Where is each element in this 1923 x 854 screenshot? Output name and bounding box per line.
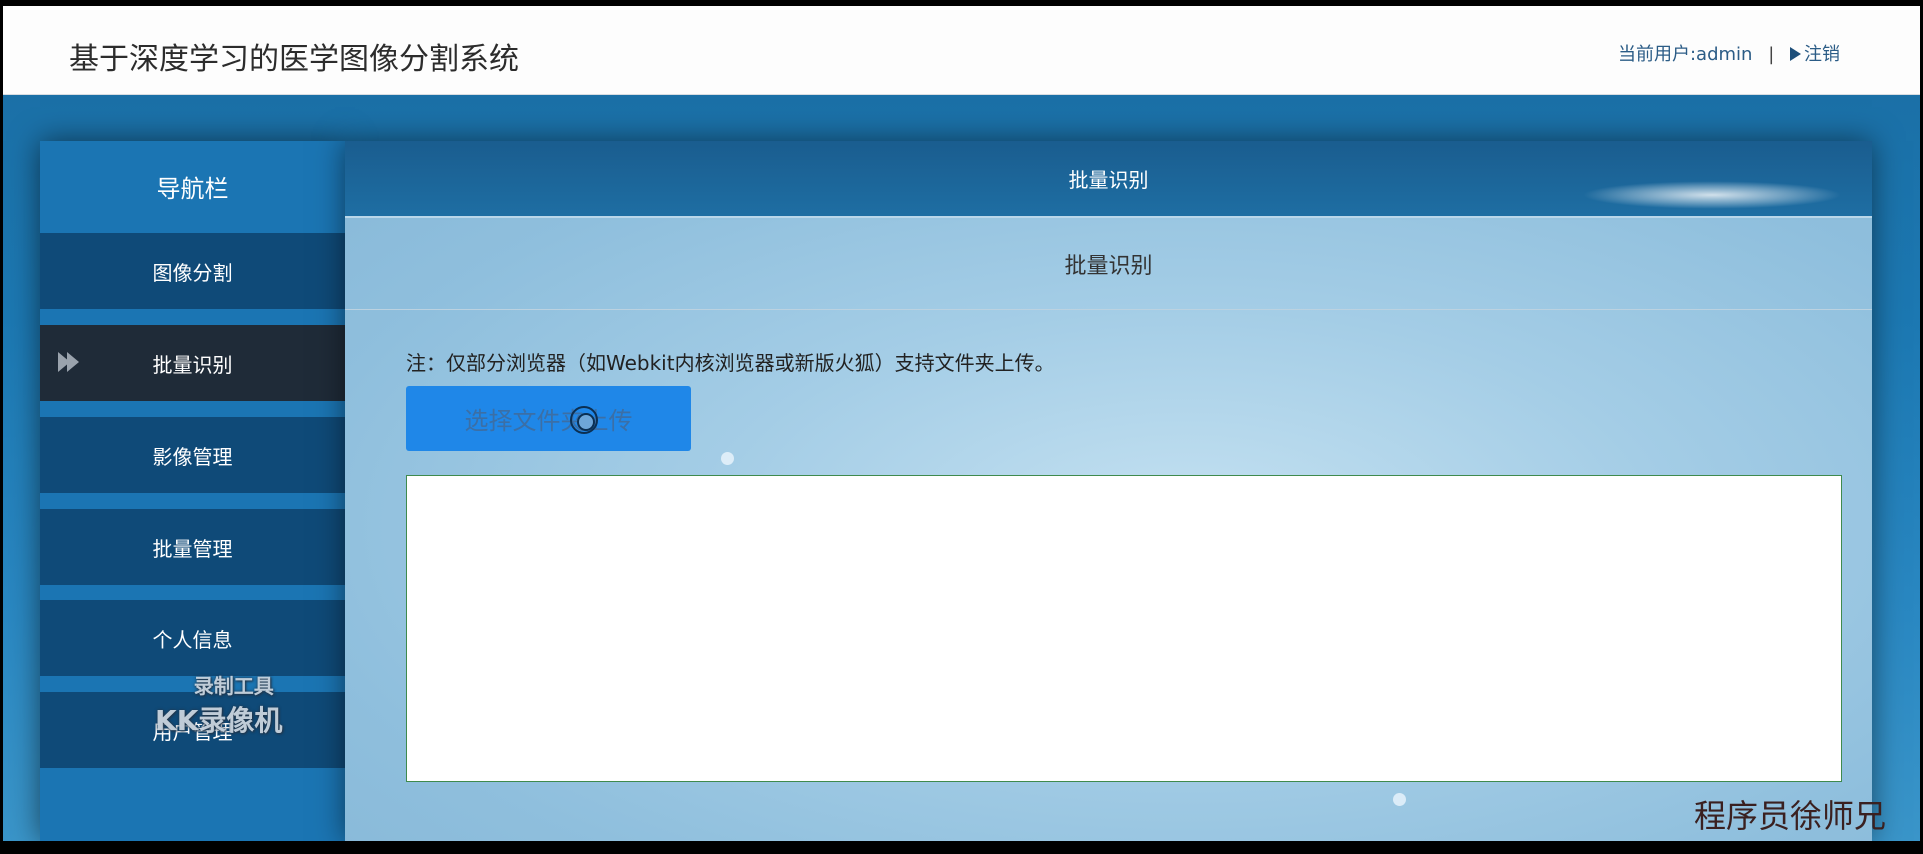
panel-title: 批量识别 <box>345 218 1872 310</box>
system-title: 基于深度学习的医学图像分割系统 <box>69 42 519 77</box>
sidebar-item-label: 影像管理 <box>152 444 233 469</box>
separator: | <box>1768 44 1775 65</box>
cloud-decoration <box>1582 181 1842 209</box>
sidebar-item-image-management[interactable]: 影像管理 <box>40 417 345 493</box>
sidebar-item-label: 个人信息 <box>152 627 233 652</box>
recording-watermark: 录制工具 KK录像机 <box>155 670 282 739</box>
main-header-title: 批量识别 <box>1068 168 1149 192</box>
upload-button-label: 选择文件夹上传 <box>464 407 633 435</box>
sidebar-item-label: 批量识别 <box>152 352 233 377</box>
watermark-line2: KK录像机 <box>155 704 283 737</box>
sidebar-item-image-segmentation[interactable]: 图像分割 <box>40 233 345 309</box>
logout-link[interactable]: 注销 <box>1790 44 1840 65</box>
cursor-ring-icon <box>570 406 598 434</box>
select-folder-upload-button[interactable]: 选择文件夹上传 <box>406 386 691 451</box>
nav-title: 导航栏 <box>156 174 229 203</box>
sidebar-item-label: 图像分割 <box>152 260 233 285</box>
signature-watermark: 程序员徐师兄 <box>1694 797 1887 835</box>
double-chevron-right-icon <box>58 352 79 372</box>
top-header: 基于深度学习的医学图像分割系统 当前用户:admin | 注销 <box>3 6 1920 95</box>
user-area: 当前用户:admin | 注销 <box>1618 40 1840 66</box>
watermark-line1: 录制工具 <box>193 674 274 698</box>
sidebar-item-batch-management[interactable]: 批量管理 <box>40 509 345 585</box>
main-header: 批量识别 <box>345 141 1872 218</box>
logout-label: 注销 <box>1804 44 1840 65</box>
upload-note: 注：仅部分浏览器（如Webkit内核浏览器或新版火狐）支持文件夹上传。 <box>406 351 1055 375</box>
decor-dot <box>721 452 734 465</box>
main-content: 批量识别 批量识别 注：仅部分浏览器（如Webkit内核浏览器或新版火狐）支持文… <box>345 141 1872 841</box>
sidebar-item-label: 批量管理 <box>152 536 233 561</box>
current-user-label: 当前用户:admin <box>1617 44 1753 65</box>
decor-dot <box>1393 793 1406 806</box>
results-area[interactable] <box>406 475 1842 782</box>
sidebar-item-batch-recognition[interactable]: 批量识别 <box>40 325 345 401</box>
sidebar-item-personal-info[interactable]: 个人信息 <box>40 600 345 676</box>
play-triangle-icon <box>1790 47 1801 61</box>
